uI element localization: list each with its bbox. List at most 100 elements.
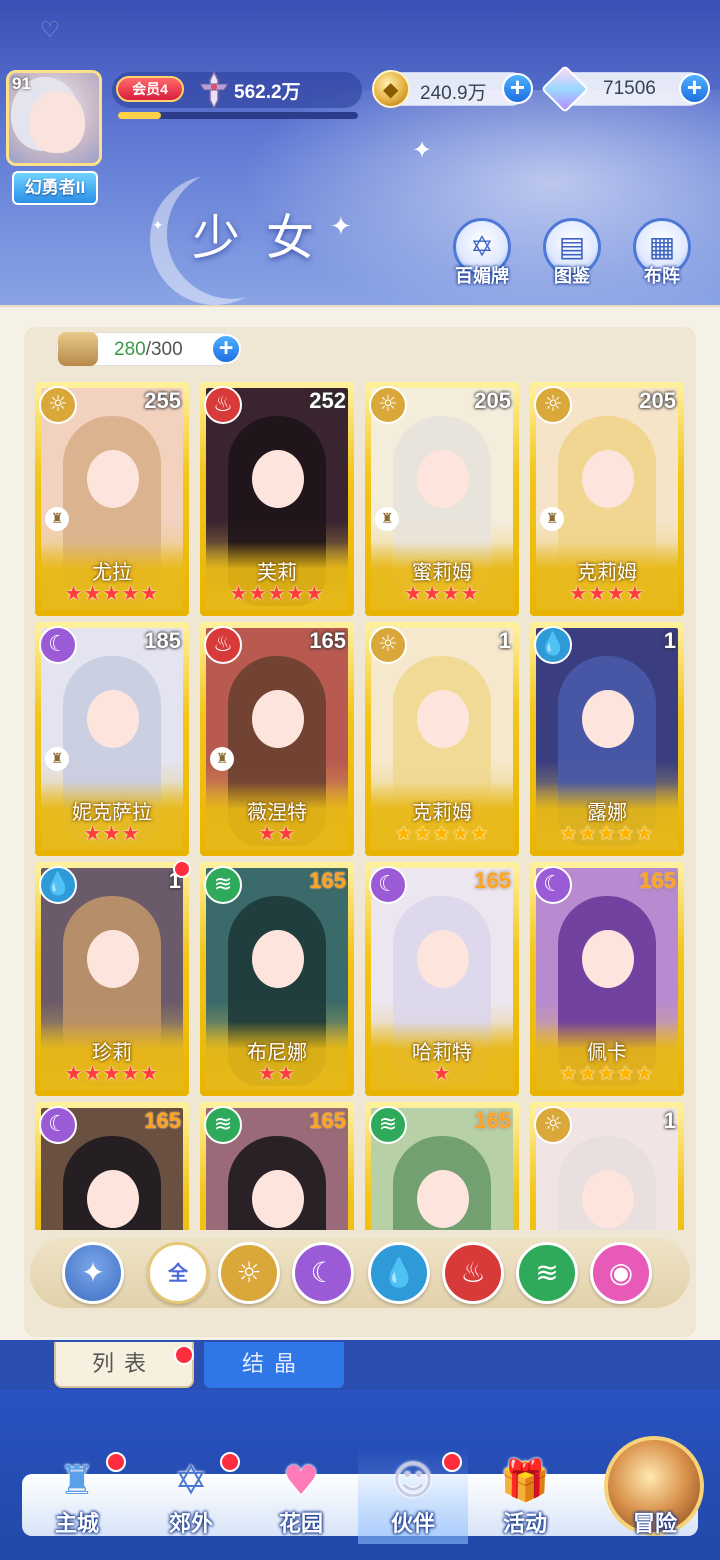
partner-level: 165	[144, 1108, 181, 1133]
moon-element-icon: ☾	[39, 626, 77, 664]
tab-list[interactable]: 列表	[54, 1342, 194, 1388]
star-rating: ★★★★★	[559, 1061, 655, 1085]
expand-capacity-button[interactable]: +	[211, 334, 241, 364]
notification-dot	[173, 860, 191, 878]
castle-icon: ♜	[59, 1458, 95, 1504]
all-filter-filter-button[interactable]: 全	[147, 1242, 209, 1304]
partner-card[interactable]: ≋ 165	[365, 1102, 519, 1230]
pink-element-filter-button[interactable]: ◉	[590, 1242, 652, 1304]
nav-castle[interactable]: ♜ 主城	[22, 1448, 132, 1544]
star-rating: ★★★★★	[64, 581, 160, 605]
partner-card[interactable]: ☼ 1 克莉姆 ★★★★★	[365, 622, 519, 856]
add-gem-button[interactable]: +	[679, 73, 710, 104]
portrait-face	[582, 930, 634, 988]
sun-element-icon: ☼	[39, 386, 77, 424]
sun-element-icon: ☼	[236, 1256, 262, 1289]
sparkle-filter-filter-button[interactable]: ✦	[62, 1242, 124, 1304]
star-rating: ★★★★★	[559, 821, 655, 845]
portrait-face	[252, 930, 304, 988]
partner-card[interactable]: ☾ 185 妮克萨拉 ★★★ ♜	[35, 622, 189, 856]
partner-level: 205	[474, 388, 511, 413]
nav-outskirts[interactable]: ✡ 郊外	[136, 1448, 246, 1544]
vip-badge[interactable]: 会员4	[116, 76, 184, 102]
sun-element-icon: ☼	[534, 386, 572, 424]
partner-card[interactable]: ☾ 165	[35, 1102, 189, 1230]
exp-progress-fill	[118, 112, 162, 119]
gift-box-icon: 🎁	[500, 1458, 550, 1504]
partner-card[interactable]: ≋ 165	[200, 1102, 354, 1230]
all-filter-label: 全	[168, 1261, 188, 1285]
gallery-label: 图鉴	[554, 266, 590, 286]
gold-coin-icon: ◆	[372, 70, 410, 108]
tab-crystal[interactable]: 结晶	[204, 1342, 344, 1388]
partner-level: 165	[309, 1108, 346, 1133]
heart-decoration-icon: ♡	[40, 18, 60, 43]
star-rating: ★	[432, 1061, 452, 1085]
capacity-current: 280	[114, 339, 146, 360]
partner-level: 165	[639, 868, 676, 893]
portrait-face	[87, 930, 139, 988]
partner-level: 165	[309, 628, 346, 653]
nav-partner-avatar[interactable]: ☺ 伙伴	[358, 1448, 468, 1544]
rook-role-icon: ♜	[540, 507, 564, 531]
nav-label: 郊外	[168, 1511, 213, 1536]
fire-element-filter-button[interactable]: ♨	[442, 1242, 504, 1304]
formation-label: 布阵	[644, 266, 680, 286]
moon-element-icon: ☾	[310, 1256, 336, 1289]
combat-power: 562.2万	[234, 82, 301, 103]
partner-card[interactable]: ☾ 165 哈莉特 ★	[365, 862, 519, 1096]
partner-card[interactable]: 💧 1 珍莉 ★★★★★	[35, 860, 191, 1096]
rook-role-icon: ♜	[45, 507, 69, 531]
moon-element-icon: ☾	[369, 866, 407, 904]
player-title-badge[interactable]: 幻勇者II	[12, 171, 98, 205]
partner-level: 1	[663, 1108, 676, 1133]
star-rating: ★★★★	[404, 581, 480, 605]
partner-card[interactable]: ♨ 252 芙莉 ★★★★★	[200, 382, 354, 616]
hundred-charm-card-button[interactable]: ✡ 百媚牌	[450, 218, 514, 288]
partner-card[interactable]: ☼ 1	[530, 1102, 684, 1230]
partner-card[interactable]: ☼ 255 尤拉 ★★★★★ ♜	[35, 382, 189, 616]
add-gold-button[interactable]: +	[502, 73, 533, 104]
nav-gift-box[interactable]: 🎁 活动	[470, 1448, 580, 1544]
capacity-max: /300	[145, 339, 183, 360]
moon-element-filter-button[interactable]: ☾	[292, 1242, 354, 1304]
nav-label: 伙伴	[390, 1511, 435, 1536]
nav-adventure[interactable]: 冒险	[600, 1448, 710, 1544]
notification-dot	[174, 1345, 194, 1365]
wind-element-icon: ≋	[204, 1106, 242, 1144]
star-rating: ★★★★	[569, 581, 645, 605]
gold-value: 240.9万	[420, 83, 487, 104]
partner-card[interactable]: ☼ 205 蜜莉姆 ★★★★ ♜	[365, 382, 519, 616]
partner-level: 165	[474, 1108, 511, 1133]
wind-element-icon: ≋	[369, 1106, 407, 1144]
sun-element-icon: ☼	[369, 386, 407, 424]
gem-value: 71506	[603, 78, 656, 99]
partner-level: 165	[474, 868, 511, 893]
formation-button[interactable]: ▦ 布阵	[630, 218, 694, 288]
hundred-charm-card-label: 百媚牌	[455, 266, 509, 286]
wind-element-icon: ≋	[204, 866, 242, 904]
partner-card[interactable]: ≋ 165 布尼娜 ★★	[200, 862, 354, 1096]
portrait-face	[582, 1170, 634, 1228]
header: ✦ ✦ ✦ ♡	[0, 0, 720, 305]
portrait-face	[417, 690, 469, 748]
partner-level: 255	[144, 388, 181, 413]
sword-power-icon	[199, 70, 229, 110]
partner-card[interactable]: ☼ 205 克莉姆 ★★★★ ♜	[530, 382, 684, 616]
sun-element-filter-button[interactable]: ☼	[218, 1242, 280, 1304]
wind-element-filter-button[interactable]: ≋	[516, 1242, 578, 1304]
page-title: 少女	[192, 212, 341, 265]
partner-card[interactable]: ♨ 165 薇涅特 ★★ ♜	[200, 622, 354, 856]
partner-avatar-icon: ☺	[392, 1458, 434, 1504]
partner-card[interactable]: 💧 1 露娜 ★★★★★	[530, 622, 684, 856]
nav-label: 主城	[54, 1511, 99, 1536]
avatar-portrait	[29, 91, 85, 153]
nav-heart-garden[interactable]: ♥ 花园	[246, 1448, 356, 1544]
partner-card[interactable]: ☾ 165 佩卡 ★★★★★	[530, 862, 684, 1096]
sparkle-icon: ✦	[412, 136, 433, 164]
star-rating: ★★★★★	[64, 1061, 160, 1085]
gallery-button[interactable]: ▤ 图鉴	[540, 218, 604, 288]
partner-level: 205	[639, 388, 676, 413]
water-element-filter-button[interactable]: 💧	[368, 1242, 430, 1304]
portrait-face	[417, 930, 469, 988]
